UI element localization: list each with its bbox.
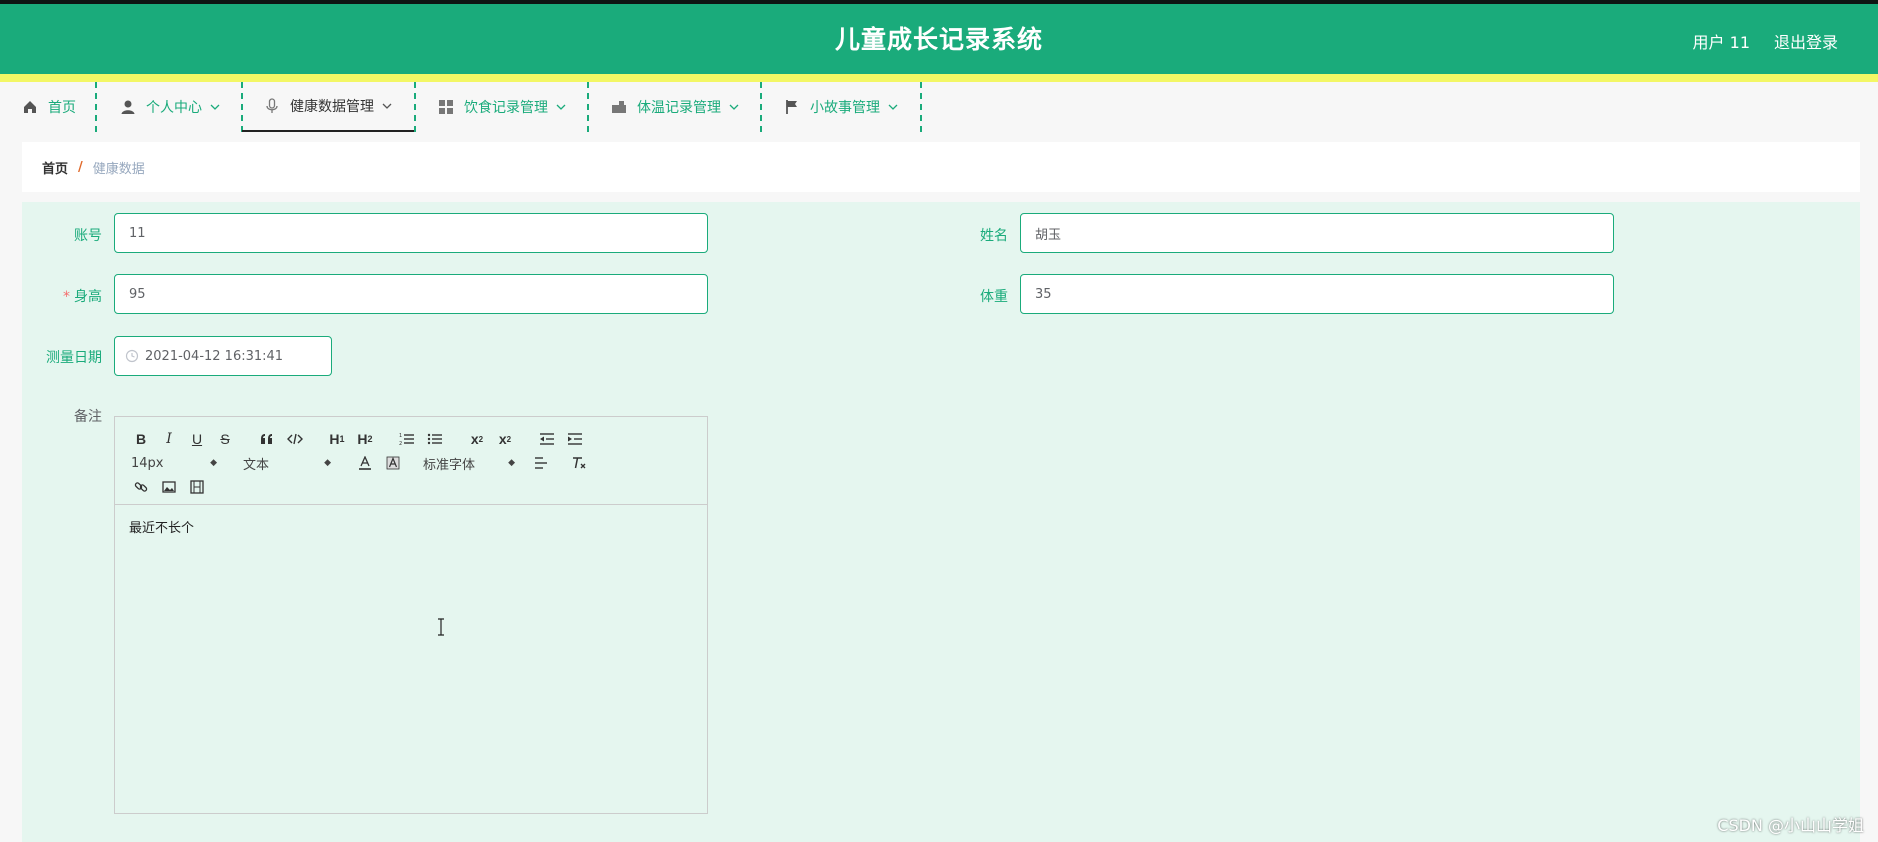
- top-header: 儿童成长记录系统 用户 11 退出登录: [0, 0, 1878, 74]
- select-arrows-icon: ◆: [324, 457, 331, 468]
- text-cursor-icon: [438, 618, 444, 636]
- nav-item-health-data[interactable]: 健康数据管理: [242, 82, 415, 132]
- nav-separator: [920, 82, 922, 132]
- chevron-down-icon: [729, 102, 739, 112]
- align-left-icon: [535, 457, 547, 469]
- outdent-icon: [540, 433, 554, 445]
- image-icon: [162, 481, 176, 493]
- nav-item-label: 饮食记录管理: [464, 100, 548, 116]
- italic-button[interactable]: I: [155, 427, 183, 451]
- user-icon: [120, 99, 136, 115]
- svg-text:2: 2: [399, 441, 402, 446]
- page: 儿童成长记录系统 用户 11 退出登录 首页 个人中心 健康数据管理 饮食记录管…: [0, 0, 1878, 842]
- code-block-button[interactable]: [281, 427, 309, 451]
- nav-item-stories[interactable]: 小故事管理: [762, 82, 920, 132]
- link-icon: [134, 482, 148, 492]
- chevron-down-icon: [888, 102, 898, 112]
- ordered-list-button[interactable]: 12: [393, 427, 421, 451]
- remark-editor: B I U S H1 H2 12 x 2 x 2 14px ◆ 文本 ◆ 标准字…: [114, 416, 708, 814]
- clear-format-button[interactable]: [565, 451, 593, 475]
- required-mark: *: [63, 289, 70, 305]
- outdent-button[interactable]: [533, 427, 561, 451]
- align-button[interactable]: [527, 451, 555, 475]
- header2-button[interactable]: H2: [351, 427, 379, 451]
- underline-button[interactable]: U: [183, 427, 211, 451]
- measure-date-value: 2021-04-12 16:31:41: [145, 348, 284, 364]
- font-family-select[interactable]: 标准字体 ◆: [419, 451, 515, 475]
- current-user: 用户 11: [1692, 33, 1750, 52]
- height-field[interactable]: 95: [114, 274, 708, 314]
- header1-button[interactable]: H1: [323, 427, 351, 451]
- logout-link[interactable]: 退出登录: [1774, 29, 1838, 53]
- nav-item-label: 小故事管理: [810, 100, 880, 116]
- home-icon: [22, 99, 38, 115]
- clear-format-icon: [573, 457, 586, 469]
- mailbox-icon: [611, 99, 627, 115]
- select-arrows-icon: ◆: [210, 457, 217, 468]
- bold-button[interactable]: B: [127, 427, 155, 451]
- height-label: * 身高: [22, 286, 102, 306]
- main-nav: 首页 个人中心 健康数据管理 饮食记录管理 体温记录管理 小故事管理: [0, 82, 1878, 132]
- bullet-list-button[interactable]: [421, 427, 449, 451]
- microphone-icon: [264, 98, 280, 114]
- editor-content[interactable]: 最近不长个: [115, 505, 707, 548]
- measure-date-picker[interactable]: 2021-04-12 16:31:41: [114, 336, 332, 376]
- quote-icon: [261, 434, 272, 444]
- nav-item-label: 体温记录管理: [637, 100, 721, 116]
- video-button[interactable]: [183, 475, 211, 499]
- nav-item-label: 首页: [48, 100, 76, 116]
- name-field[interactable]: 胡玉: [1020, 213, 1614, 253]
- account-field[interactable]: 11: [114, 213, 708, 253]
- blockquote-button[interactable]: [253, 427, 281, 451]
- chevron-down-icon: [556, 102, 566, 112]
- code-icon: [287, 433, 303, 445]
- strikethrough-button[interactable]: S: [211, 427, 239, 451]
- nav-item-personal-center[interactable]: 个人中心: [98, 82, 241, 132]
- watermark: CSDN @小山山学姐: [1717, 816, 1864, 835]
- nav-item-home[interactable]: 首页: [0, 82, 96, 132]
- editor-toolbar: B I U S H1 H2 12 x 2 x 2 14px ◆ 文本 ◆ 标准字…: [115, 417, 707, 505]
- chevron-down-icon: [210, 102, 220, 112]
- nav-item-temperature-records[interactable]: 体温记录管理: [589, 82, 762, 132]
- link-button[interactable]: [127, 475, 155, 499]
- indent-icon: [568, 433, 582, 445]
- flag-icon: [784, 99, 800, 115]
- weight-label: 体重: [980, 289, 1008, 305]
- clock-icon: [125, 349, 139, 363]
- name-label: 姓名: [980, 228, 1008, 244]
- bullet-list-icon: [427, 433, 442, 445]
- account-label: 账号: [74, 228, 102, 244]
- health-data-form: 账号 11 姓名 胡玉 * 身高 95 体重 35 测量日期 2021-04-12…: [22, 202, 1860, 842]
- height-label-text: 身高: [74, 289, 102, 305]
- indent-button[interactable]: [561, 427, 589, 451]
- measure-date-label: 测量日期: [46, 350, 102, 366]
- header-select[interactable]: 文本 ◆: [239, 451, 331, 475]
- breadcrumb: 首页 / 健康数据: [22, 142, 1860, 192]
- text-color-icon: [359, 456, 371, 470]
- svg-text:1: 1: [399, 433, 402, 439]
- text-color-button[interactable]: [351, 451, 379, 475]
- ordered-list-icon: 12: [399, 433, 414, 446]
- header-accent-line: [0, 74, 1878, 82]
- nav-separator: [95, 82, 97, 132]
- weight-field[interactable]: 35: [1020, 274, 1614, 314]
- breadcrumb-separator: /: [78, 159, 83, 175]
- system-title: 儿童成长记录系统: [834, 25, 1043, 54]
- font-size-select[interactable]: 14px ◆: [127, 451, 217, 475]
- breadcrumb-current: 健康数据: [92, 161, 145, 177]
- background-color-icon: [386, 456, 400, 470]
- background-color-button[interactable]: [379, 451, 407, 475]
- nav-item-diet-records[interactable]: 饮食记录管理: [416, 82, 589, 132]
- chevron-down-icon: [382, 101, 392, 111]
- grid-icon: [438, 99, 454, 115]
- nav-item-label: 个人中心: [146, 100, 202, 116]
- superscript-button[interactable]: x2: [491, 427, 519, 451]
- breadcrumb-home[interactable]: 首页: [42, 158, 68, 177]
- video-icon: [190, 480, 204, 494]
- select-arrows-icon: ◆: [508, 457, 515, 468]
- nav-item-label: 健康数据管理: [290, 99, 374, 115]
- remark-label: 备注: [74, 409, 102, 425]
- image-button[interactable]: [155, 475, 183, 499]
- subscript-button[interactable]: x2: [463, 427, 491, 451]
